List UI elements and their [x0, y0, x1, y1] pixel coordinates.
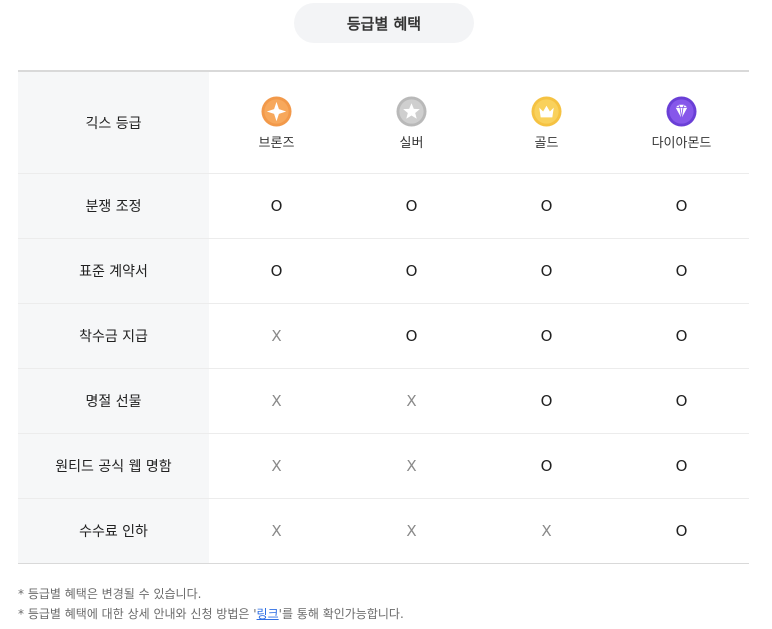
- benefit-label: 분쟁 조정: [18, 174, 209, 238]
- details-link[interactable]: 링크: [257, 607, 279, 621]
- benefit-value: O: [540, 197, 553, 215]
- benefit-value: O: [405, 197, 418, 215]
- footnotes: * 등급별 혜택은 변경될 수 있습니다. * 등급별 혜택에 대한 상세 안내…: [18, 584, 404, 624]
- silver-star-icon: [396, 96, 427, 127]
- footnote-prefix: * 등급별 혜택에 대한 상세 안내와 신청 방법은 ': [18, 607, 257, 621]
- footnote-application-guide: * 등급별 혜택에 대한 상세 안내와 신청 방법은 '링크'를 통해 확인가능…: [18, 604, 404, 624]
- bronze-sparkle-icon: [261, 96, 292, 127]
- table-row: 착수금 지급 X O O O: [18, 304, 749, 369]
- benefit-value: O: [405, 262, 418, 280]
- benefit-label: 표준 계약서: [18, 239, 209, 303]
- benefit-value: O: [675, 392, 688, 410]
- benefit-value: O: [675, 522, 688, 540]
- page-title: 등급별 혜택: [294, 3, 474, 43]
- benefit-value: O: [675, 262, 688, 280]
- benefit-label: 원티드 공식 웹 명함: [18, 434, 209, 498]
- benefit-value: O: [270, 262, 283, 280]
- benefit-value: X: [406, 457, 417, 475]
- benefit-value: O: [675, 457, 688, 475]
- grade-column-silver: 실버: [344, 72, 479, 173]
- benefit-value: O: [540, 392, 553, 410]
- benefit-label: 착수금 지급: [18, 304, 209, 368]
- benefit-value: X: [271, 522, 282, 540]
- gold-crown-icon: [531, 96, 562, 127]
- benefit-value: O: [405, 327, 418, 345]
- benefit-value: X: [271, 457, 282, 475]
- benefit-value: O: [675, 327, 688, 345]
- benefits-table: 긱스 등급 브론즈 실버 골드 다이아몬드 분쟁 조정 O O O O 표준 계…: [18, 70, 749, 564]
- grade-name-gold: 골드: [534, 136, 559, 151]
- grade-name-bronze: 브론즈: [258, 136, 295, 151]
- table-row: 원티드 공식 웹 명함 X X O O: [18, 434, 749, 499]
- table-row: 표준 계약서 O O O O: [18, 239, 749, 304]
- grade-header-label: 긱스 등급: [18, 72, 209, 173]
- grade-column-bronze: 브론즈: [209, 72, 344, 173]
- table-row: 분쟁 조정 O O O O: [18, 174, 749, 239]
- benefit-value: X: [271, 327, 282, 345]
- benefit-value: X: [406, 522, 417, 540]
- benefit-value: X: [541, 522, 552, 540]
- benefit-value: O: [270, 197, 283, 215]
- grade-name-silver: 실버: [399, 136, 424, 151]
- diamond-icon: [666, 96, 697, 127]
- benefit-value: X: [406, 392, 417, 410]
- grade-column-diamond: 다이아몬드: [614, 72, 749, 173]
- benefit-label: 명절 선물: [18, 369, 209, 433]
- benefit-label: 수수료 인하: [18, 499, 209, 563]
- benefit-value: X: [271, 392, 282, 410]
- grade-column-gold: 골드: [479, 72, 614, 173]
- footnote-suffix: '를 통해 확인가능합니다.: [278, 607, 404, 621]
- table-row: 명절 선물 X X O O: [18, 369, 749, 434]
- benefit-value: O: [675, 197, 688, 215]
- footnote-change-notice: * 등급별 혜택은 변경될 수 있습니다.: [18, 587, 202, 601]
- benefit-value: O: [540, 327, 553, 345]
- benefit-value: O: [540, 262, 553, 280]
- table-row: 수수료 인하 X X X O: [18, 499, 749, 564]
- grade-name-diamond: 다이아몬드: [651, 136, 712, 151]
- benefit-value: O: [540, 457, 553, 475]
- table-header-row: 긱스 등급 브론즈 실버 골드 다이아몬드: [18, 72, 749, 174]
